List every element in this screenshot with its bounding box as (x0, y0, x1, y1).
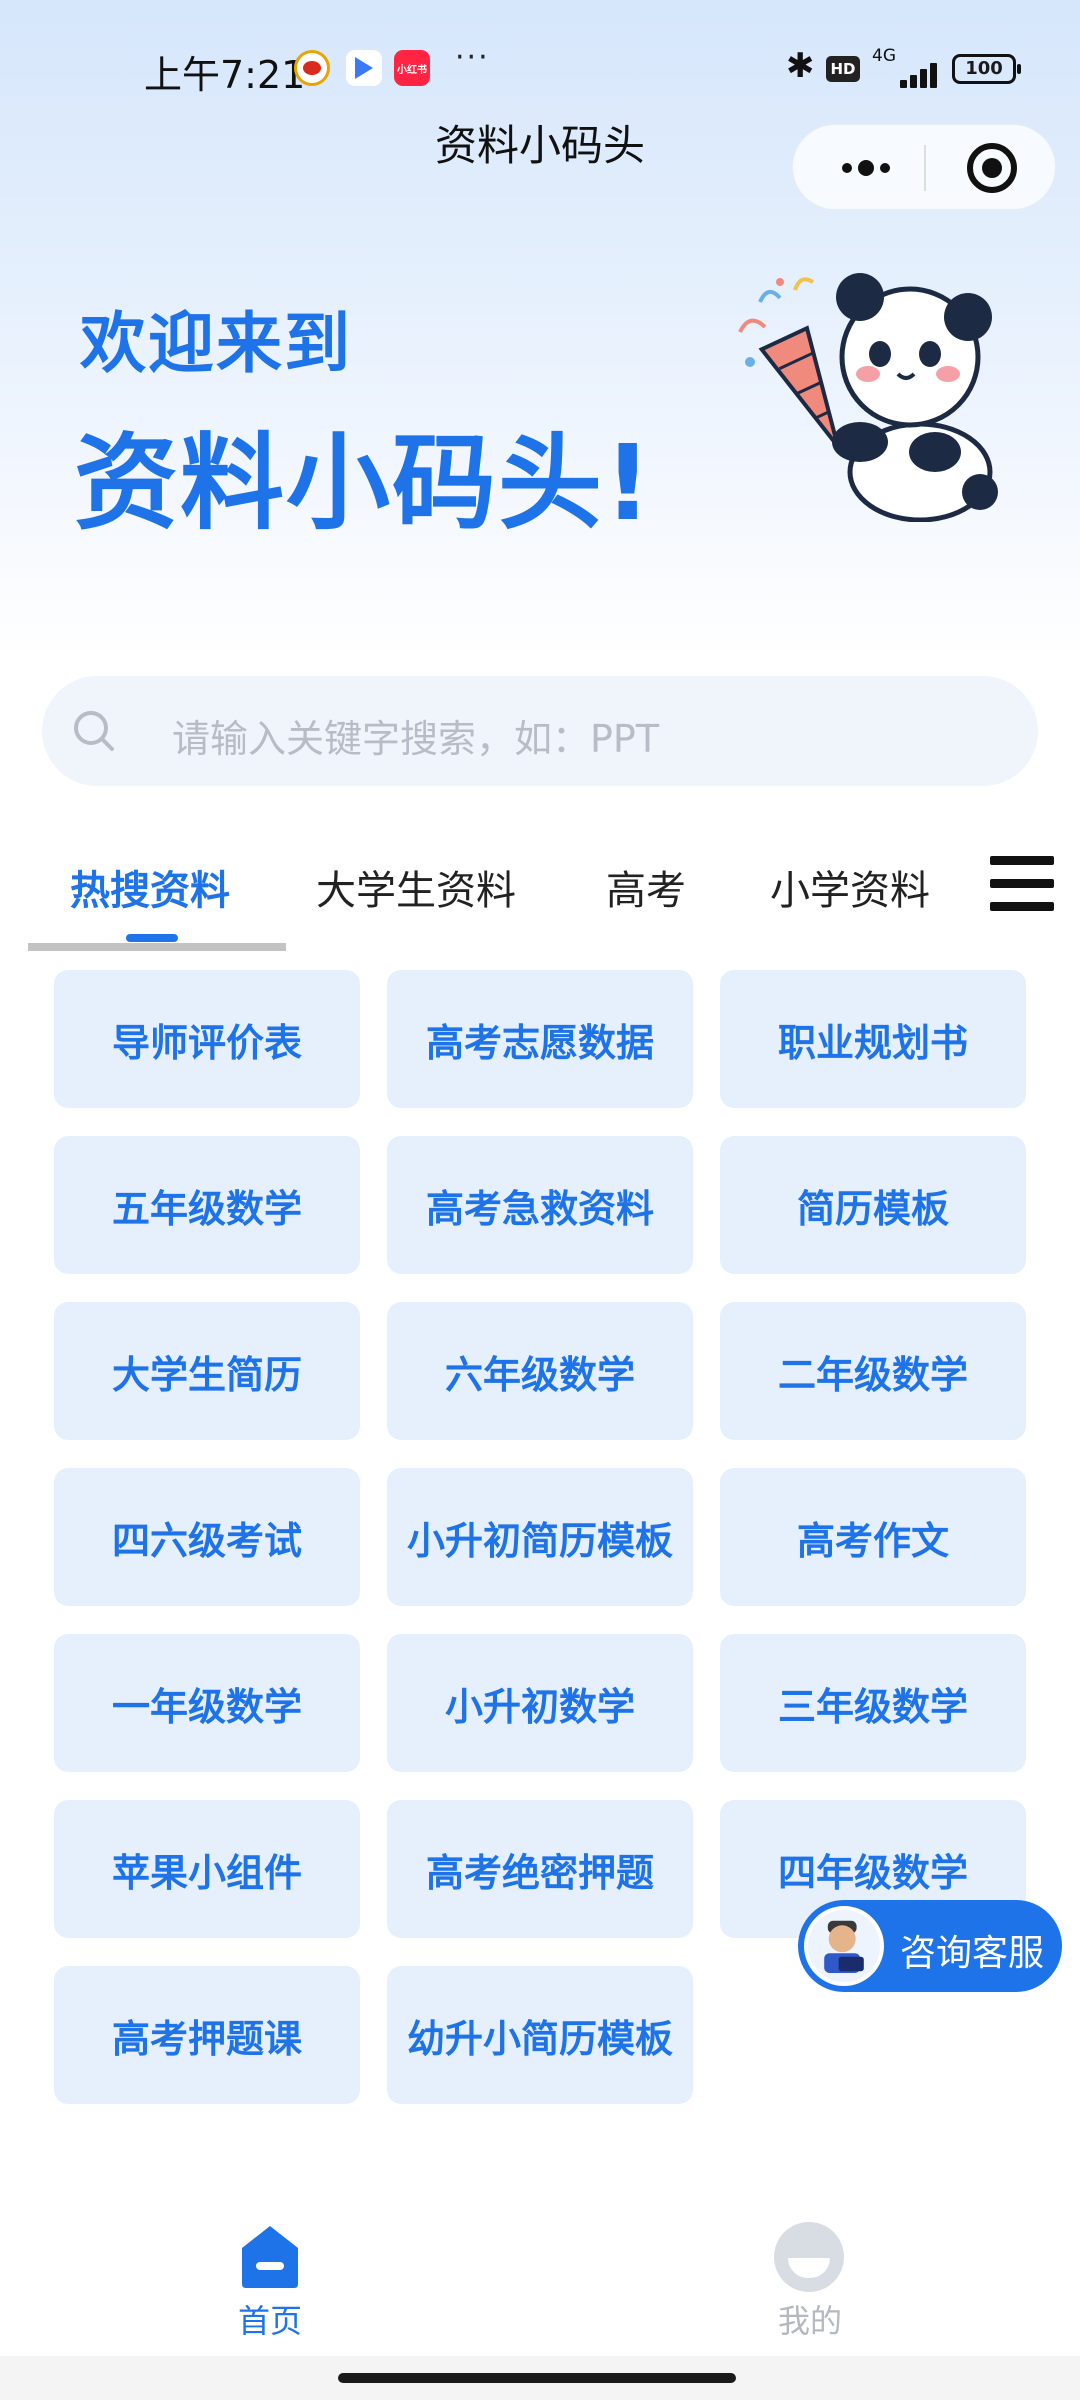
search-placeholder: 请输入关键字搜索，如：PPT (172, 717, 660, 761)
dot-icon (858, 160, 874, 176)
dot-icon (842, 163, 852, 173)
bluetooth-icon: ✱ (786, 46, 815, 86)
service-avatar (804, 1906, 884, 1986)
material-tile[interactable]: 四六级考试 (54, 1468, 360, 1606)
more-notifications-icon: ··· (455, 40, 490, 75)
xiaohongshu-icon: 小红书 (394, 50, 430, 86)
active-tab-indicator (126, 934, 178, 942)
agent-icon (824, 1920, 864, 1973)
home-icon (242, 2226, 298, 2288)
material-tile[interactable]: 一年级数学 (54, 1634, 360, 1772)
home-indicator[interactable] (338, 2373, 736, 2383)
material-tile[interactable]: 苹果小组件 (54, 1800, 360, 1938)
material-tile[interactable]: 大学生简历 (54, 1302, 360, 1440)
profile-icon (774, 2222, 844, 2292)
material-tile[interactable]: 三年级数学 (720, 1634, 1026, 1772)
service-label: 咨询客服 (900, 1933, 1045, 1974)
material-tile[interactable]: 高考押题课 (54, 1966, 360, 2104)
weibo-icon (294, 50, 330, 86)
tab-gaokao[interactable]: 高考 (606, 858, 686, 916)
material-tile[interactable]: 二年级数学 (720, 1302, 1026, 1440)
customer-service-button[interactable]: 咨询客服 (798, 1900, 1062, 1992)
video-app-icon (346, 50, 382, 86)
tab-scrollbar[interactable] (28, 943, 286, 951)
material-tile[interactable]: 高考志愿数据 (387, 970, 693, 1108)
category-tabs: 热搜资料 大学生资料 高考 小学资料 (0, 830, 1080, 960)
tab-college-materials[interactable]: 大学生资料 (316, 858, 516, 916)
hd-icon: HD (826, 56, 860, 82)
material-tile[interactable]: 五年级数学 (54, 1136, 360, 1274)
miniprogram-capsule (792, 124, 1056, 210)
nav-home-label: 首页 (237, 2302, 302, 2340)
welcome-heading: 欢迎来到 (80, 305, 352, 382)
material-tile[interactable]: 高考作文 (720, 1468, 1026, 1606)
battery-level: 100 (965, 58, 1003, 79)
material-tile[interactable]: 导师评价表 (54, 970, 360, 1108)
material-tile[interactable]: 六年级数学 (387, 1302, 693, 1440)
search-input[interactable]: 请输入关键字搜索，如：PPT (42, 676, 1038, 786)
close-miniprogram-button[interactable] (967, 143, 1017, 193)
dot-icon (880, 163, 890, 173)
welcome-app-name: 资料小码头! (74, 422, 654, 544)
material-tile[interactable]: 简历模板 (720, 1136, 1026, 1274)
nav-mine-label: 我的 (777, 2302, 842, 2340)
menu-icon[interactable] (990, 854, 1054, 914)
capsule-divider (924, 145, 926, 191)
material-tile[interactable]: 高考绝密押题 (387, 1800, 693, 1938)
material-tile[interactable]: 幼升小简历模板 (387, 1966, 693, 2104)
status-time: 上午7:21 (144, 53, 306, 97)
tab-primary-materials[interactable]: 小学资料 (770, 858, 930, 916)
material-tile[interactable]: 高考急救资料 (387, 1136, 693, 1274)
bottom-navigation: 首页 我的 (0, 2200, 1080, 2356)
material-tile[interactable]: 小升初数学 (387, 1634, 693, 1772)
battery-icon: 100 (952, 54, 1021, 84)
search-icon (74, 711, 114, 751)
material-tile[interactable]: 职业规划书 (720, 970, 1026, 1108)
signal-icon (872, 58, 937, 88)
material-tile[interactable]: 小升初简历模板 (387, 1468, 693, 1606)
panda-mascot-icon (738, 273, 998, 522)
tab-hot-materials[interactable]: 热搜资料 (70, 858, 230, 916)
more-options-button[interactable] (831, 141, 901, 195)
